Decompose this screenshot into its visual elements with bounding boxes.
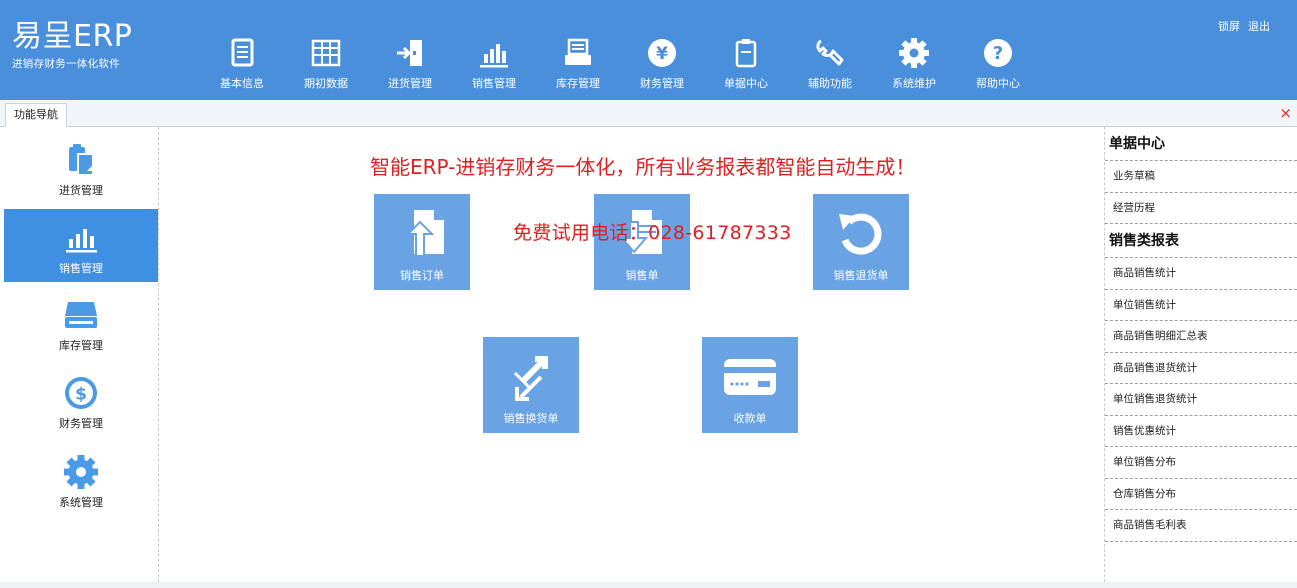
topnav-label: 单据中心	[724, 77, 768, 90]
topnav-label: 进货管理	[388, 77, 432, 90]
logout-link[interactable]: 退出	[1248, 18, 1270, 34]
link-report[interactable]: 商品销售明细汇总表	[1105, 321, 1297, 353]
link-report[interactable]: 单位销售统计	[1105, 290, 1297, 321]
tile-label: 销售单	[625, 269, 659, 282]
topnav-basic-info[interactable]: 基本信息	[200, 36, 284, 100]
main-content: 智能ERP-进销存财务一体化，所有业务报表都智能自动生成！ 销售订单 销售单 销…	[160, 127, 1104, 582]
section-title-document-center: 单据中心	[1105, 127, 1297, 161]
tile-receipt[interactable]: 收款单	[702, 337, 798, 433]
topnav-label: 系统维护	[892, 77, 936, 90]
topnav-purchase[interactable]: 进货管理	[368, 36, 452, 100]
inventory-tray-icon	[565, 38, 591, 65]
topnav-sales[interactable]: 销售管理	[452, 36, 536, 100]
logo-subtitle: 进销存财务一体化软件	[12, 58, 120, 70]
sidebar-item-sales[interactable]: 销售管理	[4, 209, 158, 282]
sidebar-item-label: 系统管理	[59, 496, 103, 509]
sidebar-item-label: 进货管理	[59, 184, 103, 197]
inventory-drive-icon	[65, 302, 97, 328]
undo-arrow-icon	[839, 213, 882, 255]
topnav-label: 库存管理	[556, 77, 600, 90]
link-report[interactable]: 单位销售分布	[1105, 447, 1297, 479]
tile-sales-exchange[interactable]: 销售换货单	[483, 337, 579, 433]
free-trial-phone: 免费试用电话：028-61787333	[513, 222, 792, 244]
section-title-sales-reports: 销售类报表	[1105, 224, 1297, 258]
tile-label: 销售换货单	[503, 412, 559, 425]
link-business-history[interactable]: 经营历程	[1105, 193, 1297, 224]
bottom-strip	[0, 582, 1297, 588]
gear-icon	[899, 38, 929, 68]
erp-app-window: 易呈ERP 进销存财务一体化软件 基本信息 期初数据 进货管理 销售管理 库存管…	[0, 0, 1297, 588]
bar-chart-icon	[480, 44, 508, 68]
link-report[interactable]: 商品销售统计	[1105, 258, 1297, 290]
tile-sales-return[interactable]: 销售退货单	[813, 194, 909, 290]
link-business-draft[interactable]: 业务草稿	[1105, 161, 1297, 193]
topnav-document-center[interactable]: 单据中心	[704, 36, 788, 100]
tile-sales-order[interactable]: 销售订单	[374, 194, 470, 290]
help-circle-icon: ?	[984, 39, 1012, 67]
topnav-system-maintenance[interactable]: 系统维护	[872, 36, 956, 100]
topnav-help-center[interactable]: ? 帮助中心	[956, 36, 1040, 100]
sidebar-item-system[interactable]: 系统管理	[4, 443, 158, 516]
dollar-circle-icon: $	[65, 377, 97, 409]
payment-card-icon	[724, 359, 776, 395]
topnav-inventory[interactable]: 库存管理	[536, 36, 620, 100]
tile-label: 销售退货单	[833, 269, 889, 282]
document-list-icon	[231, 38, 254, 67]
clipboard-icon	[735, 39, 757, 68]
upload-document-icon	[405, 210, 444, 257]
exchange-arrows-icon	[513, 356, 548, 401]
left-sidebar: 进货管理 销售管理 库存管理 $ 财务管理 系统管理	[4, 127, 159, 582]
link-report[interactable]: 商品销售毛利表	[1105, 510, 1297, 542]
tile-label: 收款单	[733, 412, 767, 425]
tile-label: 销售订单	[400, 269, 444, 282]
svg-text:$: $	[75, 385, 87, 405]
yen-circle-icon: ¥	[648, 39, 676, 67]
svg-text:?: ?	[993, 43, 1003, 64]
clipboard-icon	[69, 144, 94, 176]
close-icon[interactable]: ×	[1279, 104, 1292, 122]
logo-title: 易呈ERP	[12, 19, 133, 54]
topnav-label: 财务管理	[640, 77, 684, 90]
link-report[interactable]: 销售优惠统计	[1105, 416, 1297, 447]
sidebar-item-finance[interactable]: $ 财务管理	[4, 364, 158, 437]
top-header: 易呈ERP 进销存财务一体化软件 基本信息 期初数据 进货管理 销售管理 库存管…	[0, 0, 1297, 100]
header-links: 锁屏 退出	[1218, 18, 1270, 34]
sidebar-item-inventory[interactable]: 库存管理	[4, 286, 158, 359]
sidebar-item-purchase[interactable]: 进货管理	[4, 131, 158, 204]
topnav-finance[interactable]: ¥ 财务管理	[620, 36, 704, 100]
topnav-label: 帮助中心	[976, 77, 1020, 90]
promo-title: 智能ERP-进销存财务一体化，所有业务报表都智能自动生成！	[370, 155, 916, 179]
lock-screen-link[interactable]: 锁屏	[1218, 18, 1240, 34]
top-nav: 基本信息 期初数据 进货管理 销售管理 库存管理 ¥ 财务管理 单据中心 辅助功…	[200, 36, 1040, 100]
right-panel: 单据中心 业务草稿 经营历程 销售类报表 商品销售统计 单位销售统计 商品销售明…	[1104, 127, 1297, 582]
topnav-label: 期初数据	[304, 77, 348, 90]
topnav-label: 辅助功能	[808, 77, 852, 90]
sidebar-item-label: 销售管理	[59, 262, 103, 275]
gear-icon	[64, 455, 98, 489]
wrench-icon	[816, 39, 844, 66]
svg-text:¥: ¥	[656, 44, 668, 64]
logo: 易呈ERP 进销存财务一体化软件	[12, 20, 152, 72]
topnav-opening-data[interactable]: 期初数据	[284, 36, 368, 100]
bar-chart-icon	[66, 229, 97, 253]
link-report[interactable]: 商品销售退货统计	[1105, 353, 1297, 384]
tab-bar: 功能导航 ×	[0, 100, 1297, 127]
enter-door-icon	[397, 40, 422, 66]
topnav-label: 销售管理	[472, 77, 516, 90]
sidebar-item-label: 库存管理	[59, 339, 103, 352]
topnav-label: 基本信息	[220, 77, 264, 90]
link-report[interactable]: 单位销售退货统计	[1105, 384, 1297, 416]
tab-function-navigation[interactable]: 功能导航	[5, 103, 67, 127]
link-report[interactable]: 仓库销售分布	[1105, 479, 1297, 510]
topnav-auxiliary[interactable]: 辅助功能	[788, 36, 872, 100]
table-grid-icon	[311, 39, 341, 67]
sidebar-item-label: 财务管理	[59, 417, 103, 430]
